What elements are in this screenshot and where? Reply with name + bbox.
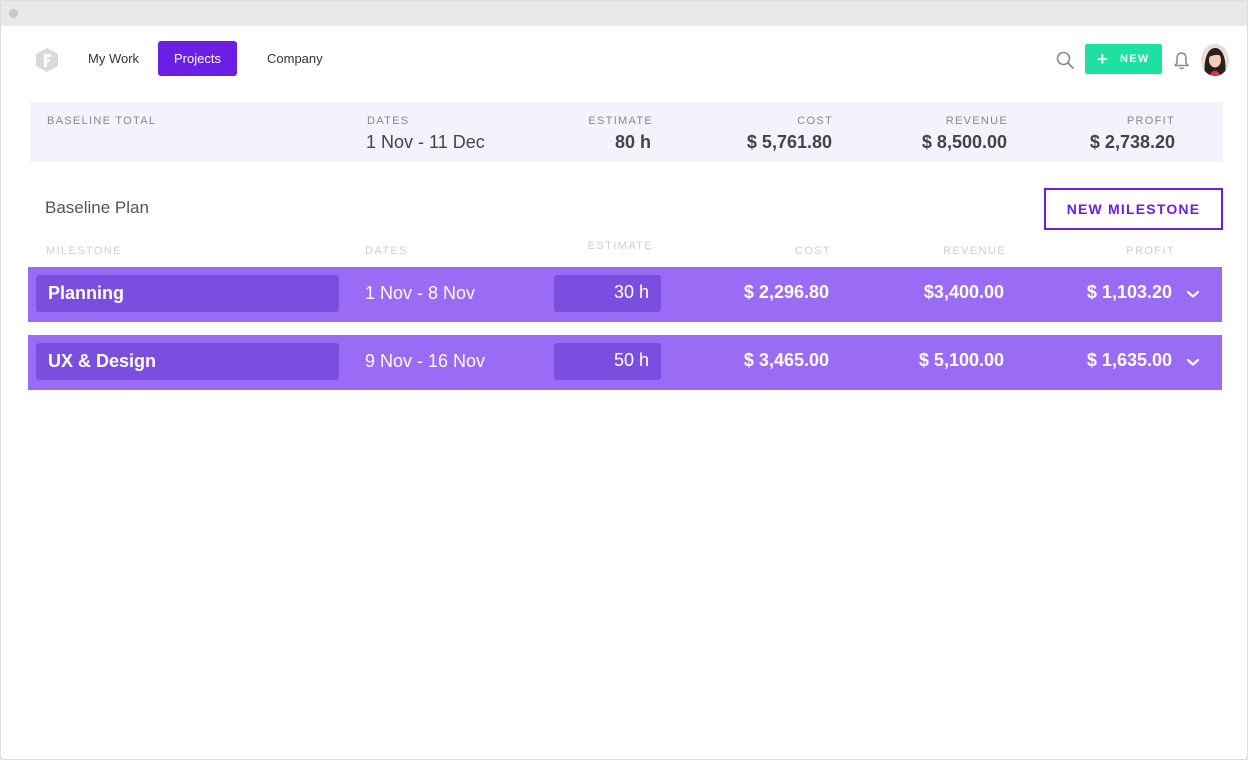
milestone-name-field[interactable]: Planning xyxy=(36,275,339,312)
total-profit-label: PROFIT xyxy=(1126,115,1175,127)
total-cost-value: $ 5,761.80 xyxy=(746,132,832,152)
milestone-dates[interactable]: 9 Nov - 16 Nov xyxy=(365,351,485,372)
total-estimate-label: ESTIMATE xyxy=(588,115,653,127)
avatar[interactable] xyxy=(1201,44,1229,76)
baseline-total-band: BASELINE TOTAL DATES 1 Nov - 11 Dec ESTI… xyxy=(30,102,1223,162)
col-head-estimate: ESTIMATE xyxy=(587,240,653,252)
col-head-cost: COST xyxy=(794,245,831,257)
new-button[interactable]: + NEW xyxy=(1085,44,1162,74)
col-head-profit: PROFIT xyxy=(1126,245,1175,257)
chevron-down-icon[interactable] xyxy=(1185,354,1201,370)
section-title: Baseline Plan xyxy=(45,198,149,217)
col-head-dates: DATES xyxy=(365,245,408,257)
milestone-dates[interactable]: 1 Nov - 8 Nov xyxy=(365,283,475,304)
app-window: My Work Projects Company + NEW BASELINE … xyxy=(0,0,1248,760)
milestone-cost: $ 2,296.80 xyxy=(743,282,829,302)
milestone-revenue: $3,400.00 xyxy=(923,282,1004,302)
total-estimate-value: 80 h xyxy=(614,132,651,152)
window-control-icon[interactable] xyxy=(9,9,18,18)
nav-my-work[interactable]: My Work xyxy=(72,41,155,76)
milestone-estimate-field[interactable]: 50 h xyxy=(554,343,661,380)
total-cost-label: COST xyxy=(797,115,833,127)
window-titlebar xyxy=(1,1,1247,26)
bell-icon[interactable] xyxy=(1173,51,1190,70)
nav-company[interactable]: Company xyxy=(251,41,339,76)
milestone-estimate-field[interactable]: 30 h xyxy=(554,275,661,312)
col-head-revenue: REVENUE xyxy=(943,245,1006,257)
col-head-milestone: MILESTONE xyxy=(46,245,122,257)
milestone-profit: $ 1,103.20 xyxy=(1086,282,1172,302)
baseline-total-label: BASELINE TOTAL xyxy=(47,115,157,127)
total-revenue-value: $ 8,500.00 xyxy=(921,132,1007,152)
milestone-row[interactable]: UX & Design 9 Nov - 16 Nov 50 h $ 3,465.… xyxy=(28,335,1222,390)
nav-projects[interactable]: Projects xyxy=(158,41,237,76)
plus-icon: + xyxy=(1097,49,1109,69)
milestone-profit: $ 1,635.00 xyxy=(1086,350,1172,370)
total-dates-label: DATES xyxy=(367,115,410,127)
total-dates-value: 1 Nov - 11 Dec xyxy=(366,132,485,152)
milestone-name-field[interactable]: UX & Design xyxy=(36,343,339,380)
total-revenue-label: REVENUE xyxy=(945,115,1008,127)
total-profit-value: $ 2,738.20 xyxy=(1089,132,1175,152)
milestone-row[interactable]: Planning 1 Nov - 8 Nov 30 h $ 2,296.80 $… xyxy=(28,267,1222,322)
milestone-cost: $ 3,465.00 xyxy=(743,350,829,370)
new-milestone-button[interactable]: NEW MILESTONE xyxy=(1044,188,1223,230)
chevron-down-icon[interactable] xyxy=(1185,286,1201,302)
new-button-label: NEW xyxy=(1120,53,1150,65)
search-icon[interactable] xyxy=(1056,51,1074,69)
logo-icon[interactable] xyxy=(36,48,58,72)
milestone-revenue: $ 5,100.00 xyxy=(918,350,1004,370)
